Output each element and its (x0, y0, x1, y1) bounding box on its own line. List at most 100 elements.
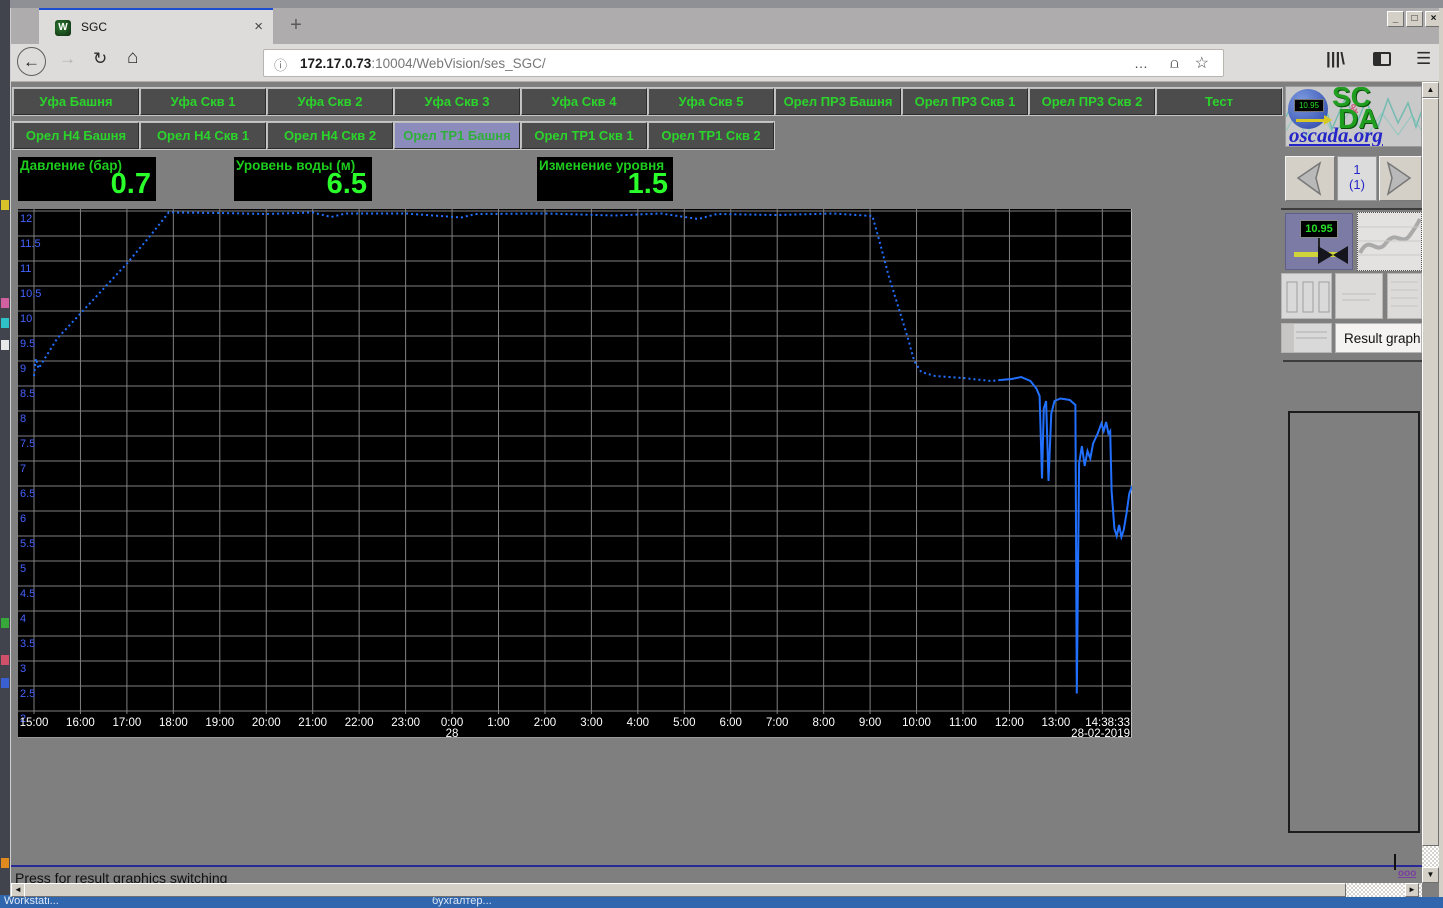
desktop-icon-fragment (1, 678, 9, 688)
svg-text:10:00: 10:00 (902, 717, 931, 729)
svg-text:28-02-2019: 28-02-2019 (1071, 728, 1130, 738)
scene-button[interactable]: Орел ПР3 Башня (775, 88, 901, 115)
desktop-icon-fragment (1, 618, 9, 628)
oscada-logo[interactable]: 10.95 SC & DA oscada.org (1285, 86, 1422, 147)
logo-arrow-icon (1296, 115, 1332, 125)
scene-button[interactable]: Орел ТР1 Скв 1 (521, 122, 647, 149)
svg-text:22:00: 22:00 (345, 717, 374, 729)
widget-thumb-valve-selected[interactable]: 10.95 (1285, 213, 1353, 270)
scene-button[interactable]: Уфа Скв 3 (394, 88, 520, 115)
window-minimize-button[interactable]: _ (1387, 11, 1404, 27)
status-hint-text: Press for result graphics switching (15, 870, 228, 883)
back-icon[interactable]: ← (17, 47, 46, 76)
scene-button[interactable]: Орел Н4 Скв 1 (140, 122, 266, 149)
widget-thumb-graph[interactable] (1357, 212, 1422, 271)
widget-thumb-small[interactable] (1281, 323, 1332, 353)
horizontal-scroll-thumb[interactable] (24, 883, 1346, 897)
horizontal-scrollbar[interactable]: ◄ ► (11, 883, 1422, 897)
scene-button-row-1: Уфа Башня Уфа Скв 1 Уфа Скв 2 Уфа Скв 3 Уфа … (13, 88, 1283, 115)
next-page-button[interactable] (1379, 156, 1422, 201)
svg-text:13:00: 13:00 (1042, 717, 1071, 729)
scene-button[interactable]: Тест (1156, 88, 1282, 115)
tab-close-icon[interactable]: × (254, 18, 263, 35)
widget-thumb-doc2[interactable] (1387, 273, 1422, 319)
page-indicator: 1 (1) (1337, 156, 1377, 201)
browser-tab[interactable]: W SGC × (39, 8, 273, 44)
svg-text:12:00: 12:00 (995, 717, 1024, 729)
url-path: :10004/WebVision/ses_SGC/ (371, 56, 546, 71)
svg-text:28: 28 (446, 728, 459, 738)
svg-text:11.5: 11.5 (20, 238, 41, 250)
logo-mini-display: 10.95 (1294, 99, 1324, 112)
svg-text:11: 11 (20, 263, 31, 275)
pressure-label: Давление (бар) (20, 158, 122, 173)
widget-thumb-columns[interactable] (1281, 273, 1332, 319)
page-divider-line (11, 865, 1422, 867)
svg-text:3: 3 (20, 663, 26, 675)
scroll-right-icon[interactable]: ► (1405, 883, 1419, 897)
doc2-sketch (1391, 281, 1418, 307)
scroll-left-icon[interactable]: ◄ (11, 883, 25, 897)
pressure-display: Давление (бар) 0.7 (18, 157, 156, 201)
url-bar[interactable]: ⓘ 172.17.0.73:10004/WebVision/ses_SGC/ …… (263, 49, 1224, 77)
svg-text:7:00: 7:00 (766, 717, 788, 729)
sidebar-divider (1283, 360, 1422, 362)
clipped-link-fragment: ooo (1398, 868, 1417, 879)
scene-button[interactable]: Орел Н4 Скв 2 (267, 122, 393, 149)
svg-text:2:00: 2:00 (534, 717, 556, 729)
svg-text:10.5: 10.5 (20, 288, 41, 300)
prev-arrow-icon (1296, 161, 1322, 196)
logo-site-link[interactable]: oscada.org (1289, 123, 1383, 146)
svg-text:9:00: 9:00 (859, 717, 881, 729)
widget-thumb-doc1[interactable] (1335, 273, 1383, 319)
desktop-icon-fragment (1, 655, 9, 665)
pressure-value: 0.7 (110, 168, 151, 200)
clipped-mark (1394, 854, 1396, 870)
tab-title: SGC (81, 20, 108, 34)
result-graphic-label: Result graphic (1344, 331, 1422, 346)
url-text: 172.17.0.73:10004/WebVision/ses_SGC/ (300, 56, 546, 71)
vertical-scrollbar[interactable]: ▲ ▼ (1422, 82, 1439, 883)
svg-text:15:00: 15:00 (20, 717, 49, 729)
page-number: 1 (1353, 162, 1361, 177)
scroll-up-icon[interactable]: ▲ (1422, 82, 1439, 98)
sidebar-toggle-icon[interactable] (1373, 52, 1391, 66)
svg-text:12: 12 (20, 213, 32, 225)
scene-button[interactable]: Уфа Башня (13, 88, 139, 115)
svg-text:4:00: 4:00 (627, 717, 649, 729)
home-icon[interactable]: ⌂ (127, 47, 138, 69)
scroll-down-icon[interactable]: ▼ (1422, 867, 1439, 883)
new-tab-button[interactable]: + (283, 14, 309, 37)
scene-button[interactable]: Уфа Скв 5 (648, 88, 774, 115)
menu-hamburger-icon[interactable]: ☰ (1416, 49, 1431, 69)
scene-button[interactable]: Уфа Скв 1 (140, 88, 266, 115)
trend-chart[interactable]: 12 11.5 11 10.5 10 9.5 9 8.5 8 7.5 7 6.5 6 5.5 5 4.5 4 3.… (18, 209, 1134, 740)
svg-text:2.5: 2.5 (20, 688, 35, 700)
tab-bar: W SGC × + _ □ × (11, 8, 1443, 44)
forward-icon[interactable]: → (59, 49, 76, 69)
scene-button[interactable]: Орел ТР1 Скв 2 (648, 122, 774, 149)
bookmark-star-icon[interactable]: ☆ (1195, 53, 1209, 73)
browser-window: W SGC × + _ □ × ← → ↻ ⌂ ⓘ 172.17.0.73:10… (10, 8, 1443, 897)
scene-button[interactable]: Орел ПР3 Скв 2 (1029, 88, 1155, 115)
vertical-scroll-thumb[interactable] (1422, 98, 1439, 846)
svg-text:5: 5 (20, 563, 26, 575)
small-thumb-sketch (1282, 324, 1327, 352)
scene-button[interactable]: Уфа Скв 2 (267, 88, 393, 115)
window-maximize-button[interactable]: □ (1406, 11, 1423, 27)
scene-button[interactable]: Орел ПР3 Скв 1 (902, 88, 1028, 115)
library-icon[interactable]: |||\ (1326, 49, 1345, 69)
svg-text:11:00: 11:00 (949, 717, 977, 729)
site-info-icon[interactable]: ⓘ (274, 55, 287, 74)
prev-page-button[interactable] (1285, 156, 1335, 201)
svg-text:10: 10 (20, 313, 32, 325)
scene-button[interactable]: Уфа Скв 4 (521, 88, 647, 115)
reload-icon[interactable]: ↻ (93, 49, 107, 69)
result-graphic-button[interactable]: Result graphic (1335, 323, 1422, 353)
svg-text:3:00: 3:00 (580, 717, 602, 729)
page-actions-icon[interactable]: … (1134, 55, 1149, 71)
pocket-icon[interactable]: ⩍ (1170, 55, 1179, 72)
scene-button[interactable]: Орел Н4 Башня (13, 122, 139, 149)
scene-button[interactable]: Орел ТР1 Башня (394, 122, 520, 149)
svg-text:8: 8 (20, 413, 26, 425)
